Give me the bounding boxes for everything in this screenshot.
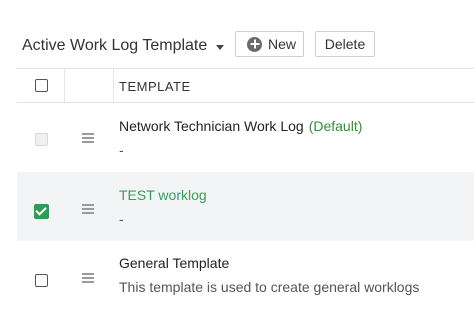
template-description: - (119, 211, 124, 227)
toolbar: Active Work Log Template New Delete (0, 0, 474, 68)
default-badge: (Default) (308, 118, 363, 134)
row-checkbox[interactable] (35, 274, 48, 287)
table-row[interactable]: General Template This template is used t… (17, 241, 474, 310)
delete-button-label: Delete (324, 36, 366, 52)
column-divider (64, 69, 65, 102)
select-all-checkbox[interactable] (35, 79, 48, 92)
caret-down-icon (216, 44, 225, 50)
delete-button[interactable]: Delete (315, 31, 375, 57)
drag-handle-icon[interactable] (82, 273, 94, 283)
template-name-text: Network Technician Work Log (119, 118, 304, 134)
template-description: This template is used to create general … (119, 279, 420, 295)
new-button-label: New (268, 36, 297, 52)
add-circle-icon (247, 36, 262, 52)
column-header-template: TEMPLATE (119, 79, 191, 94)
table-row[interactable]: TEST worklog - (17, 172, 474, 241)
template-name[interactable]: Network Technician Work Log (Default) (119, 118, 362, 134)
template-view-dropdown[interactable]: Active Work Log Template (22, 33, 225, 59)
new-button[interactable]: New (235, 31, 304, 57)
row-checkbox-checked[interactable] (34, 204, 49, 219)
view-dropdown-label: Active Work Log Template (22, 37, 208, 54)
column-divider (113, 69, 114, 102)
template-table: TEMPLATE Network Technician Work Log (Def… (17, 68, 474, 310)
drag-handle-icon[interactable] (82, 133, 94, 143)
template-description: - (119, 142, 124, 158)
table-header-row: TEMPLATE (17, 68, 474, 103)
template-name[interactable]: TEST worklog (119, 187, 207, 203)
row-checkbox (35, 133, 48, 146)
drag-handle-icon[interactable] (82, 204, 94, 214)
template-name[interactable]: General Template (119, 255, 229, 271)
table-row[interactable]: Network Technician Work Log (Default) - (17, 103, 474, 172)
